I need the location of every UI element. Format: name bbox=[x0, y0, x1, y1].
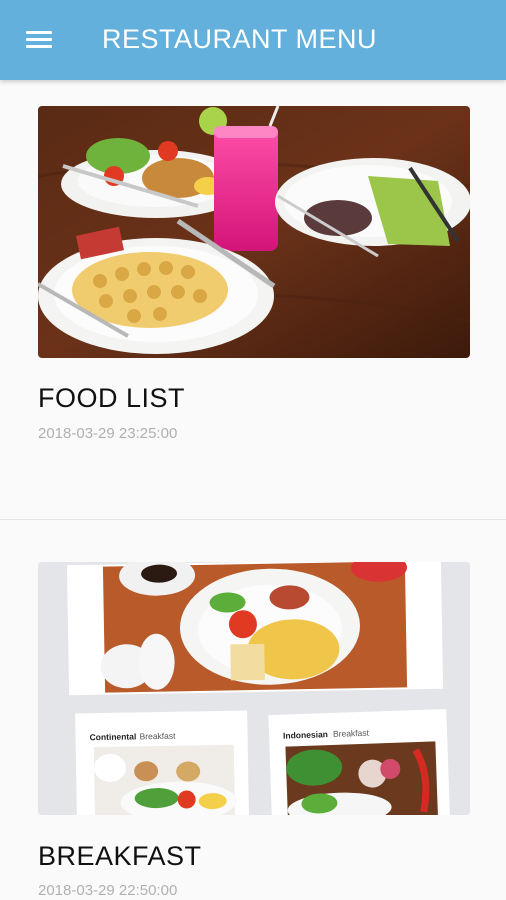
card-title: FOOD LIST bbox=[38, 383, 186, 413]
breakfast-photo[interactable]: Continental Breakfast Indonesian Breakfa… bbox=[38, 562, 470, 815]
continental-breakfast-label: Breakfast bbox=[139, 731, 176, 742]
continental-label: Continental bbox=[89, 731, 136, 742]
app-title: RESTAURANT MENU bbox=[102, 24, 378, 54]
indonesian-label: Indonesian bbox=[283, 729, 328, 741]
menu-card-food-list[interactable]: FOOD LIST 2018-03-29 23:25:00 bbox=[0, 80, 506, 520]
card-title: BREAKFAST bbox=[38, 841, 202, 871]
card-date: 2018-03-29 22:50:00 bbox=[38, 882, 178, 899]
hamburger-menu-icon[interactable] bbox=[26, 29, 54, 51]
app-bar: RESTAURANT MENU bbox=[0, 0, 506, 80]
indonesian-breakfast-label: Breakfast bbox=[333, 728, 370, 739]
food-list-photo[interactable] bbox=[38, 106, 470, 358]
menu-card-breakfast[interactable]: Continental Breakfast Indonesian Breakfa… bbox=[0, 521, 506, 900]
card-date: 2018-03-29 23:25:00 bbox=[38, 425, 178, 442]
